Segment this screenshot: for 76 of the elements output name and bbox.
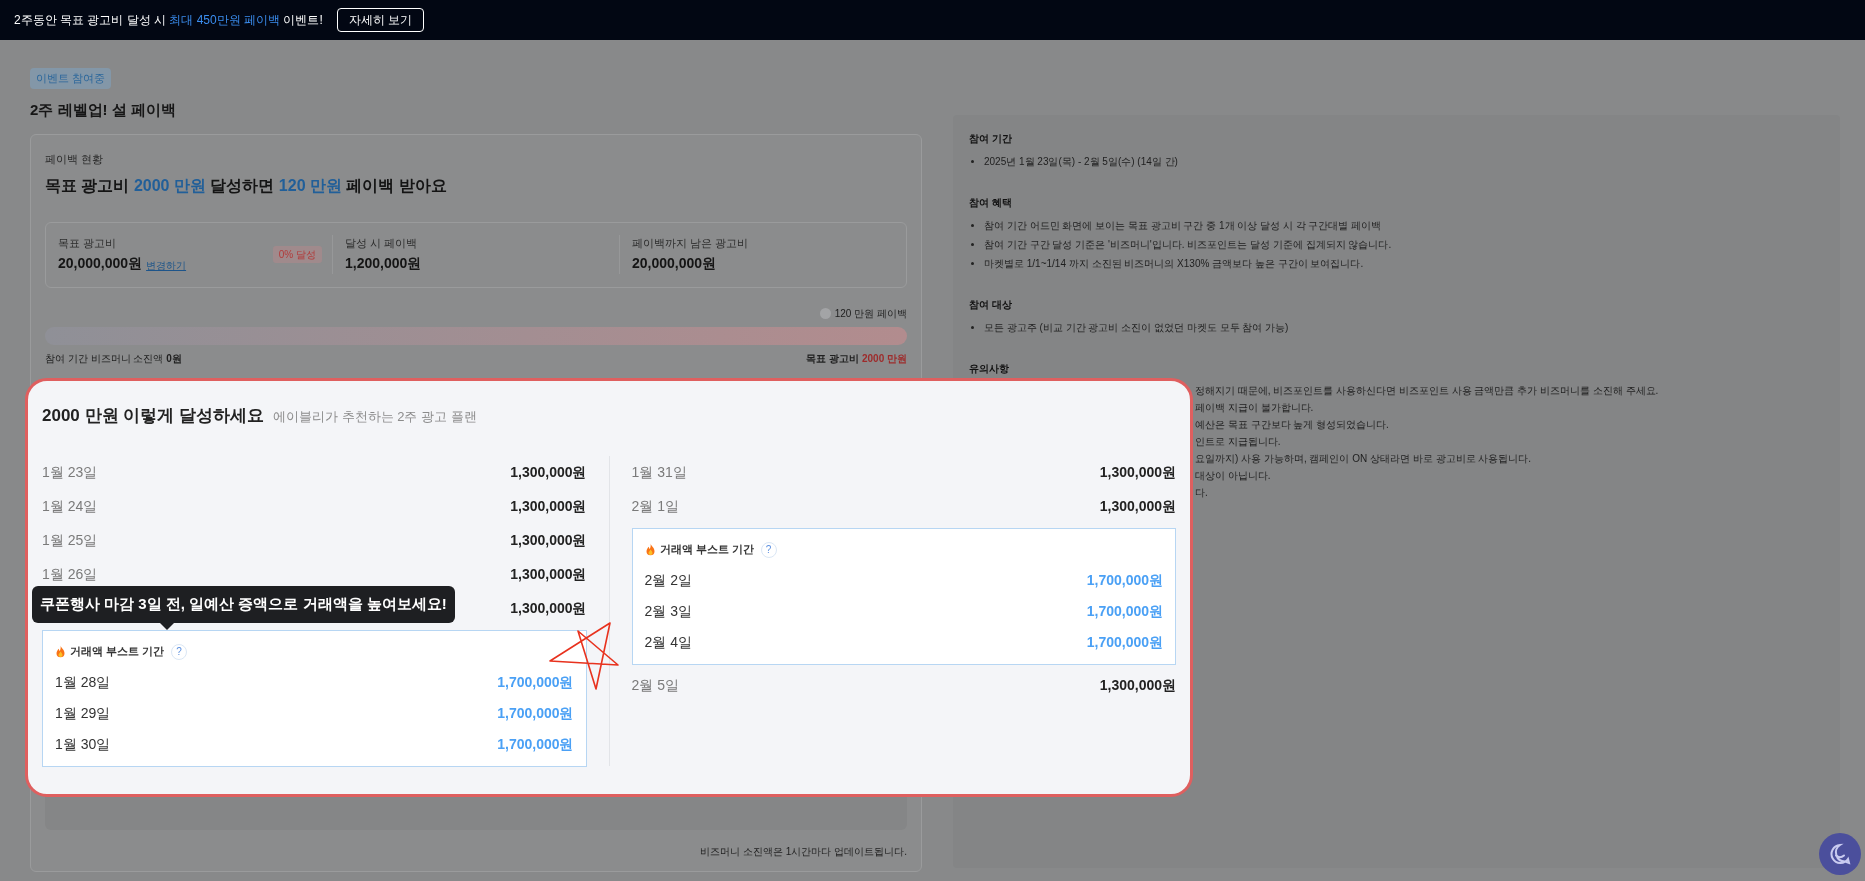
plan-date: 1월 26일 <box>42 565 98 584</box>
plan-amount: 1,700,000원 <box>1086 601 1163 621</box>
stat-value: 20,000,000원 <box>632 254 717 274</box>
info-item: 다. <box>1195 486 1208 499</box>
details-button[interactable]: 자세히 보기 <box>336 8 425 32</box>
milestone-check-icon <box>819 307 831 319</box>
event-title: 2주 레벨업! 설 페이백 <box>30 99 177 120</box>
plan-amount: 1,300,000원 <box>510 531 587 550</box>
stat-label: 페이백까지 남은 광고비 <box>632 235 750 251</box>
bullet-icon <box>971 160 974 163</box>
plan-date: 2월 5일 <box>631 676 679 695</box>
info-heading: 참여 혜택 <box>969 196 1013 210</box>
stat-value: 1,200,000원 <box>345 254 422 274</box>
plan-date: 2월 1일 <box>631 497 679 516</box>
plan-date: 2월 3일 <box>644 601 692 621</box>
info-item: 정해지기 때문에, 비즈포인트를 사용하신다면 비즈포인트 사용 금액만큼 추가 비즈머니를 소진해 주세요. <box>1195 384 1659 397</box>
update-note: 비즈머니 소진액은 1시간마다 업데이트됩니다. <box>700 845 907 859</box>
info-item: 예산은 목표 구간보다 높게 형성되었습니다. <box>1195 418 1389 431</box>
plan-amount: 1,300,000원 <box>510 599 587 618</box>
plan-date: 1월 28일 <box>55 672 111 692</box>
plan-amount: 1,700,000원 <box>497 672 574 692</box>
plan-amount: 1,300,000원 <box>510 463 587 482</box>
plan-date: 1월 30일 <box>55 734 111 754</box>
info-item: 인트로 지급됩니다. <box>1195 435 1281 448</box>
plan-amount: 1,300,000원 <box>1099 463 1176 482</box>
flame-icon <box>644 543 656 556</box>
plan-date: 2월 2일 <box>644 570 692 590</box>
info-item: 요일까지) 사용 가능하며, 캠페인이 ON 상태라면 바로 광고비로 사용됩니다. <box>1195 452 1532 465</box>
dialog-subtitle: 에이블리가 추천하는 2주 광고 플랜 <box>273 408 477 426</box>
info-item: 2025년 1월 23일(목) - 2월 5일(수) (14일 간) <box>984 155 1178 169</box>
boost-period-label: 거래액 부스트 기간 <box>659 542 754 558</box>
flame-icon <box>55 645 66 658</box>
section-label: 페이백 현황 <box>45 152 105 167</box>
payback-headline: 목표 광고비 2000 만원 달성하면 120 만원 페이백 받아요 <box>45 175 448 196</box>
plan-date: 1월 31일 <box>631 463 687 482</box>
tooltip-arrow-icon <box>160 622 174 630</box>
plan-amount: 1,300,000원 <box>1099 497 1176 516</box>
plan-date: 1월 24일 <box>42 497 98 516</box>
tooltip: 쿠폰행사 마감 3일 전, 일예산 증액으로 거래액을 높여보세요! <box>32 585 455 623</box>
info-item: 모든 광고주 (비교 기간 광고비 소진이 없었던 마켓도 모두 참여 가능) <box>984 321 1289 335</box>
spent-label: 참여 기간 비즈머니 소진액 0원 <box>45 351 182 366</box>
change-link[interactable]: 변경하기 <box>146 258 187 274</box>
boost-period-label: 거래액 부스트 기간 <box>70 644 165 660</box>
bullet-icon <box>971 326 974 329</box>
stat-label: 달성 시 페이백 <box>345 235 419 251</box>
plan-amount: 1,700,000원 <box>1086 570 1163 590</box>
banner-text: 2주동안 목표 광고비 달성 시 최대 450만원 페이백 이벤트! <box>14 12 323 29</box>
stat-label: 목표 광고비 <box>58 235 118 251</box>
info-heading: 참여 대상 <box>969 298 1013 312</box>
plan-date: 1월 29일 <box>55 703 111 723</box>
status-badge: 이벤트 참여중 <box>30 68 112 89</box>
bullet-icon <box>971 262 974 265</box>
plan-amount: 1,700,000원 <box>497 703 574 723</box>
stat-value: 20,000,000원 <box>58 254 143 274</box>
dialog-title: 2000 만원 이렇게 달성하세요 <box>42 405 264 427</box>
info-heading: 유의사항 <box>969 362 1010 376</box>
milestone-label: 120 만원 페이백 <box>834 306 907 321</box>
info-item: 페이백 지급이 불가합니다. <box>1195 401 1314 414</box>
achievement-badge: 0% 달성 <box>272 246 322 263</box>
plan-amount: 1,700,000원 <box>497 734 574 754</box>
plan-amount: 1,300,000원 <box>510 565 587 584</box>
info-item: 참여 기간 어드민 화면에 보이는 목표 광고비 구간 중 1개 이상 달성 시 각 구간대별 페이백 <box>984 219 1382 233</box>
bullet-icon <box>971 224 974 227</box>
plan-date: 2월 4일 <box>644 632 692 652</box>
plan-amount: 1,300,000원 <box>510 497 587 516</box>
info-item: 대상이 아닙니다. <box>1195 469 1271 482</box>
target-label: 목표 광고비 2000 만원 <box>806 351 907 366</box>
plan-date: 1월 25일 <box>42 531 98 550</box>
info-item: 참여 기간 구간 달성 기준은 '비즈머니'입니다. 비즈포인트는 달성 기준에 집계되지 않습니다. <box>984 238 1392 252</box>
info-item: 마켓별로 1/1~1/14 까지 소진된 비즈머니의 X130% 금액보다 높은 구간이 보여집니다. <box>984 257 1364 271</box>
info-heading: 참여 기간 <box>969 132 1013 146</box>
plan-amount: 1,700,000원 <box>1086 632 1163 652</box>
plan-date: 1월 23일 <box>42 463 98 482</box>
plan-amount: 1,300,000원 <box>1099 676 1176 695</box>
bullet-icon <box>971 243 974 246</box>
chat-button[interactable] <box>1819 833 1861 875</box>
